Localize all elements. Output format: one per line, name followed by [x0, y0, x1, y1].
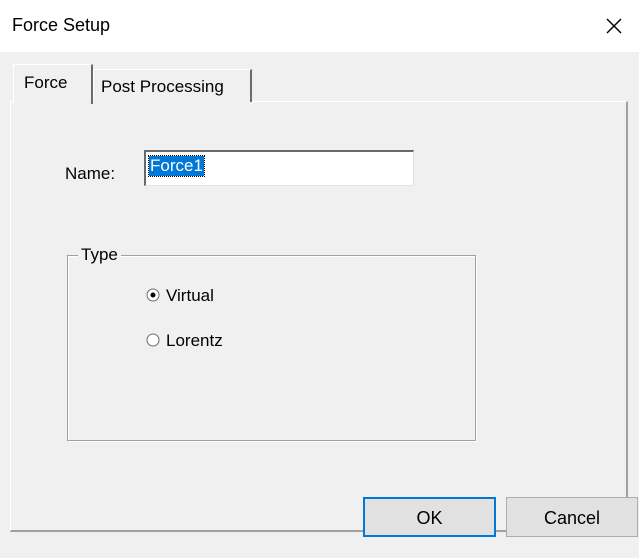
- cancel-button-label: Cancel: [543, 508, 601, 528]
- name-input[interactable]: Force1: [144, 150, 414, 186]
- radio-unchecked-icon: [146, 333, 160, 347]
- ok-button[interactable]: OK: [363, 497, 496, 537]
- ok-button-label: OK: [416, 508, 443, 528]
- window-title: Force Setup: [12, 15, 111, 35]
- type-group-legend: Type: [78, 245, 121, 265]
- tab-post-processing[interactable]: Post Processing: [93, 69, 252, 102]
- radio-lorentz-label: Lorentz: [166, 331, 223, 350]
- name-label: Name:: [65, 164, 116, 183]
- dialog-client-area: Post Processing Force Name: Force1 Type …: [0, 52, 639, 558]
- title-bar: Force Setup: [0, 0, 639, 52]
- close-button[interactable]: [592, 6, 636, 46]
- force-setup-dialog: Force Setup Post Processing Force Name: …: [0, 0, 639, 558]
- radio-checked-icon: [146, 288, 160, 302]
- radio-virtual-label: Virtual: [166, 286, 214, 305]
- close-icon: [606, 18, 622, 34]
- tab-force-label: Force: [24, 73, 68, 92]
- tab-force[interactable]: Force: [13, 64, 93, 104]
- type-groupbox: [67, 255, 476, 441]
- cancel-button[interactable]: Cancel: [506, 497, 638, 537]
- tab-post-processing-label: Post Processing: [101, 77, 224, 96]
- name-input-value: Force1: [148, 155, 205, 177]
